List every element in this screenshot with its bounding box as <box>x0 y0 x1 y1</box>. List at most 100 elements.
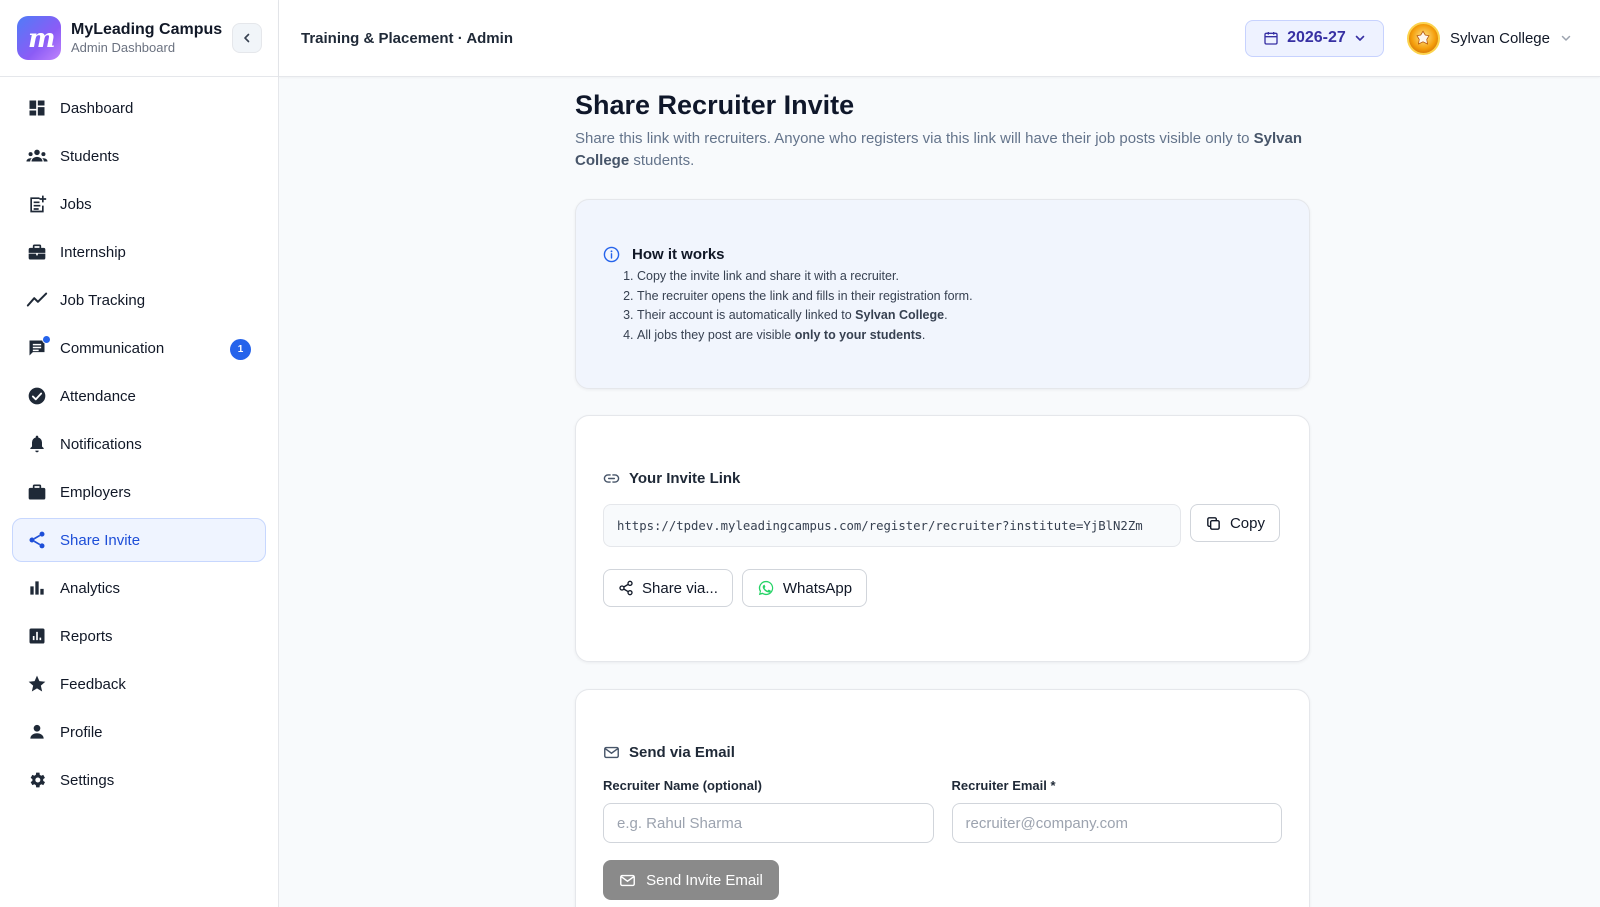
college-logo-avatar <box>1406 21 1440 55</box>
employers-icon <box>26 481 48 503</box>
job-tracking-icon <box>26 289 48 311</box>
internship-icon <box>26 241 48 263</box>
whatsapp-icon <box>758 580 774 596</box>
sidebar-item-notifications[interactable]: Notifications <box>12 422 266 466</box>
calendar-icon <box>1264 32 1278 45</box>
page-context-title: Training & Placement · Admin <box>301 29 513 47</box>
send-email-card: Send via Email Recruiter Name (optional)… <box>575 689 1310 907</box>
share-icon <box>619 580 633 596</box>
brand-logo: m <box>17 16 61 60</box>
sidebar-item-label: Job Tracking <box>60 291 146 309</box>
attendance-icon <box>26 385 48 407</box>
person-icon <box>26 721 48 743</box>
recruiter-name-label: Recruiter Name (optional) <box>603 778 762 793</box>
copy-icon <box>1207 516 1220 530</box>
sidebar-item-label: Attendance <box>60 387 136 405</box>
recruiter-name-input[interactable] <box>603 803 934 843</box>
sidebar-item-employers[interactable]: Employers <box>12 470 266 514</box>
analytics-icon <box>26 577 48 599</box>
info-icon <box>603 246 620 263</box>
sidebar-item-dashboard[interactable]: Dashboard <box>12 86 266 130</box>
chevron-left-icon <box>244 33 250 43</box>
sidebar-item-label: Analytics <box>60 579 121 597</box>
page-description: Share this link with recruiters. Anyone … <box>575 130 1303 169</box>
sidebar-item-attendance[interactable]: Attendance <box>12 374 266 418</box>
recruiter-email-label: Recruiter Email * <box>951 778 1056 793</box>
main-content: Share Recruiter Invite Share this link w… <box>575 77 1310 907</box>
list-item: The recruiter opens the link and fills i… <box>637 287 1282 307</box>
list-item: All jobs they post are visible only to y… <box>637 326 1282 346</box>
list-item: Copy the invite link and share it with a… <box>637 267 1282 287</box>
whatsapp-label: WhatsApp <box>782 579 853 597</box>
jobs-icon <box>26 193 48 215</box>
communication-count-badge: 1 <box>230 339 251 360</box>
dashboard-icon <box>26 97 48 119</box>
sidebar-item-label: Settings <box>60 771 115 789</box>
brand: m MyLeading Campus Admin Dashboard <box>0 0 278 77</box>
how-it-works-card: How it works Copy the invite link and sh… <box>575 199 1310 389</box>
sidebar-item-label: Profile <box>60 723 103 741</box>
students-icon <box>26 145 48 167</box>
academic-year-value: 2026-27 <box>1287 29 1346 46</box>
sidebar-item-jobs[interactable]: Jobs <box>12 182 266 226</box>
svg-text:m: m <box>28 24 54 53</box>
page-title: Share Recruiter Invite <box>575 90 855 120</box>
send-email-title: Send via Email <box>629 744 735 761</box>
brand-subtitle: Admin Dashboard <box>71 40 176 55</box>
sidebar-item-label: Students <box>60 147 120 165</box>
sidebar-item-internship[interactable]: Internship <box>12 230 266 274</box>
sidebar-item-label: Jobs <box>60 195 92 213</box>
sidebar-item-label: Feedback <box>60 675 126 693</box>
sidebar-item-label: Communication <box>60 339 165 357</box>
reports-icon <box>26 625 48 647</box>
communication-icon <box>26 335 51 359</box>
academic-year-selector[interactable]: 2026-27 <box>1244 19 1384 57</box>
share-via-label: Share via... <box>642 579 718 597</box>
sidebar-item-label: Dashboard <box>60 99 134 117</box>
sidebar-item-label: Share Invite <box>60 531 141 549</box>
copy-label: Copy <box>1229 514 1265 532</box>
sidebar-item-profile[interactable]: Profile <box>12 710 266 754</box>
share-via-button[interactable]: Share via... <box>603 569 733 607</box>
sidebar-item-label: Internship <box>60 243 126 261</box>
top-header: Training & Placement · Admin 2026-27 Syl… <box>279 0 1600 77</box>
how-it-works-title: How it works <box>632 246 725 263</box>
sidebar-item-label: Reports <box>60 627 113 645</box>
sidebar-item-students[interactable]: Students <box>12 134 266 178</box>
college-switcher[interactable]: Sylvan College <box>1406 21 1572 55</box>
invite-link-title: Your Invite Link <box>629 470 741 487</box>
sidebar-item-communication[interactable]: Communication 1 <box>12 326 266 370</box>
sidebar-nav: Dashboard Students Jobs Internship Job T… <box>0 77 278 802</box>
mail-icon <box>620 874 636 886</box>
sidebar: m MyLeading Campus Admin Dashboard Dashb… <box>0 0 279 907</box>
invite-link-field[interactable]: https://tpdev.myleadingcampus.com/regist… <box>603 504 1181 547</box>
recruiter-email-input[interactable] <box>951 803 1282 843</box>
whatsapp-button[interactable]: WhatsApp <box>741 569 868 607</box>
sidebar-item-label: Notifications <box>60 435 142 453</box>
send-invite-label: Send Invite Email <box>646 871 763 889</box>
mail-icon <box>604 746 619 759</box>
chevron-down-icon <box>1355 35 1365 41</box>
sidebar-item-job-tracking[interactable]: Job Tracking <box>12 278 266 322</box>
college-name: Sylvan College <box>1449 29 1550 47</box>
collapse-sidebar-button[interactable] <box>232 23 262 53</box>
sidebar-item-analytics[interactable]: Analytics <box>12 566 266 610</box>
sidebar-item-share-invite[interactable]: Share Invite <box>12 518 266 562</box>
share-icon <box>26 529 48 551</box>
send-invite-email-button[interactable]: Send Invite Email <box>603 860 779 900</box>
list-item: Their account is automatically linked to… <box>637 306 1282 326</box>
invite-link-card: Your Invite Link https://tpdev.myleading… <box>575 415 1310 662</box>
link-icon <box>603 474 620 483</box>
sidebar-item-label: Employers <box>60 483 131 501</box>
how-it-works-steps: Copy the invite link and share it with a… <box>603 267 1282 345</box>
bell-icon <box>26 433 48 455</box>
copy-button[interactable]: Copy <box>1190 504 1280 542</box>
unread-dot <box>42 335 51 344</box>
brand-name: MyLeading Campus <box>71 21 223 38</box>
sidebar-item-feedback[interactable]: Feedback <box>12 662 266 706</box>
gear-icon <box>26 769 48 791</box>
chevron-down-icon <box>1561 35 1571 41</box>
sidebar-item-reports[interactable]: Reports <box>12 614 266 658</box>
star-icon <box>26 673 48 695</box>
sidebar-item-settings[interactable]: Settings <box>12 758 266 802</box>
